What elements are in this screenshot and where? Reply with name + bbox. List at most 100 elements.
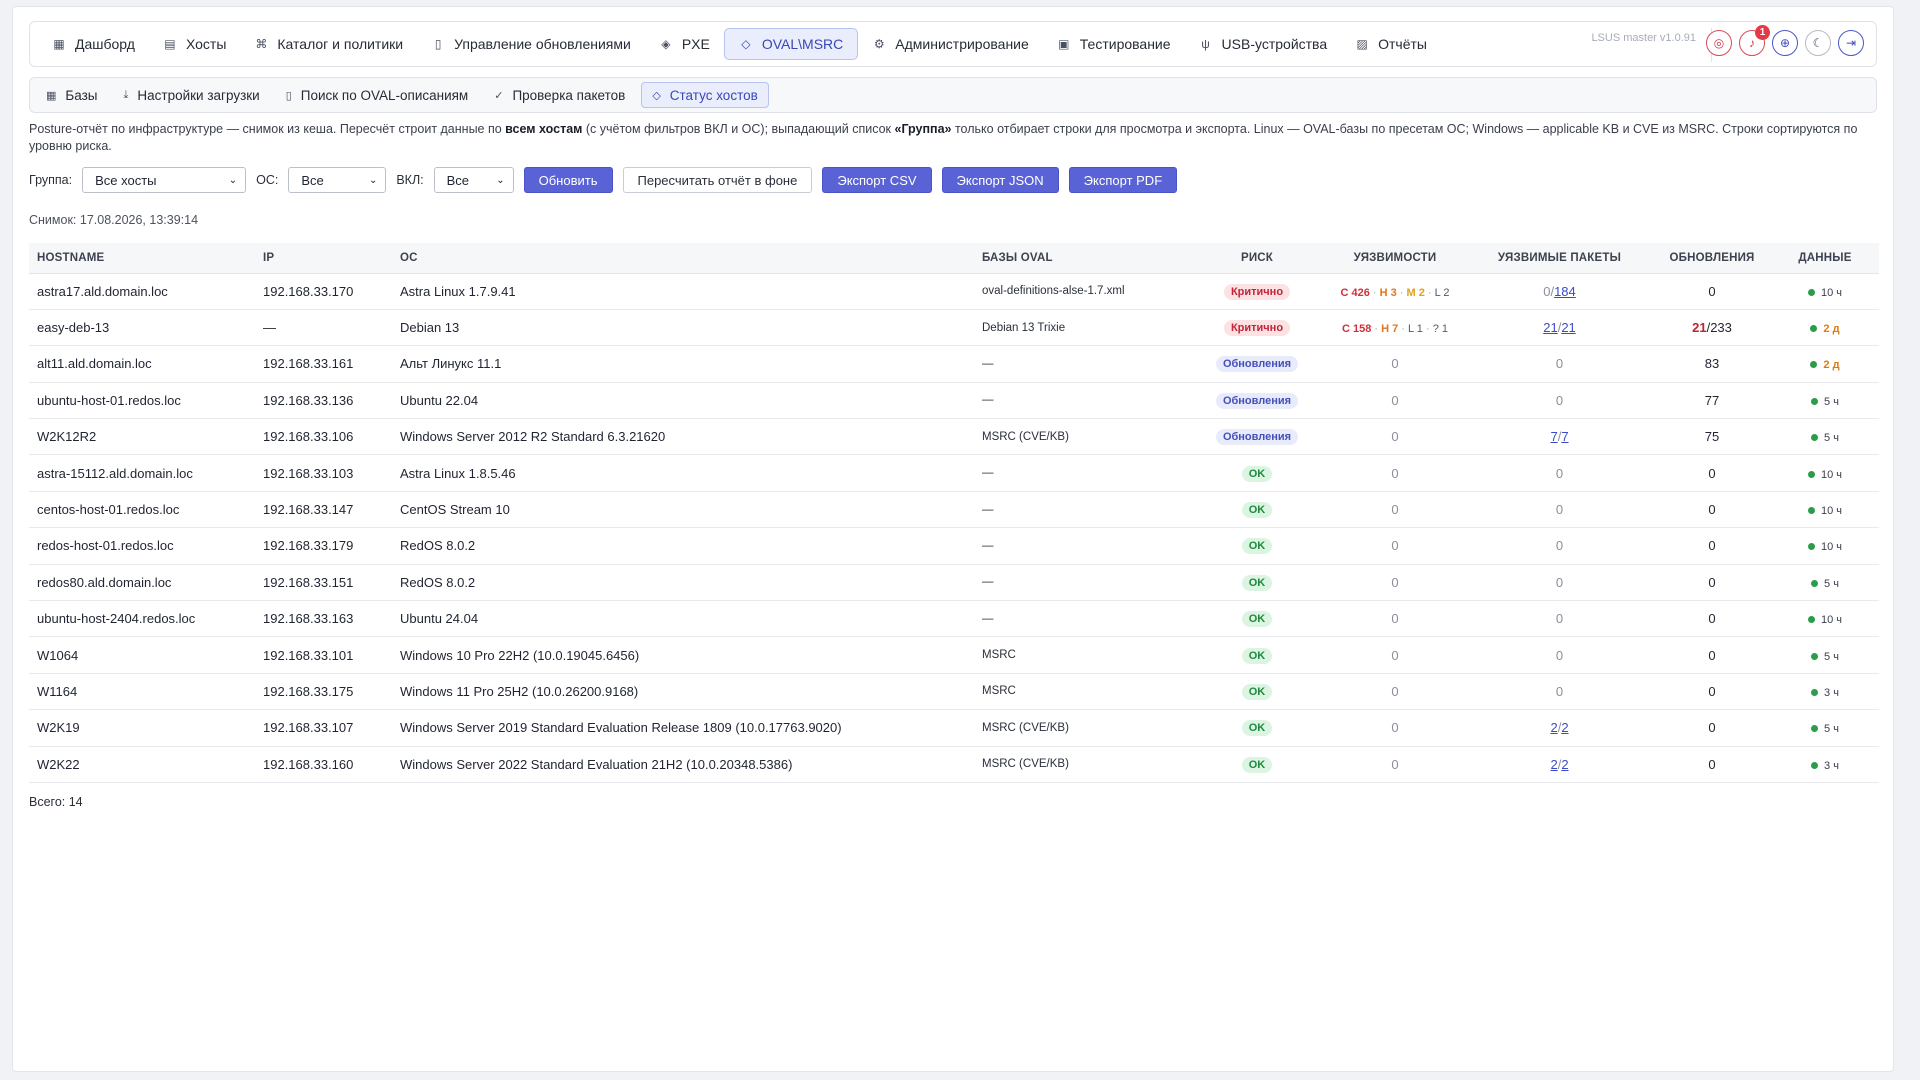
hostname-cell[interactable]: astra-15112.ald.domain.loc <box>29 455 255 491</box>
packages-total-link[interactable]: 21 <box>1561 320 1575 335</box>
column-header[interactable]: ОС <box>392 243 974 274</box>
nav-item-3[interactable]: ▯ Управление обновлениями <box>417 28 645 60</box>
nav-item-4[interactable]: ◈ PXE <box>645 28 724 60</box>
data-age-cell: 3 ч <box>1771 673 1879 709</box>
table-row[interactable]: W1164 192.168.33.175 Windows 11 Pro 25H2 (… <box>29 673 1879 710</box>
group-select[interactable]: Все хосты ⌄ <box>82 167 247 193</box>
hostname-cell[interactable]: W2K22 <box>29 746 255 782</box>
hostname-cell[interactable]: redos-host-01.redos.loc <box>29 528 255 564</box>
description-text: (с учётом фильтров ВКЛ и ОС); выпадающий… <box>582 122 895 136</box>
vuln-zero: 0 <box>1391 756 1399 772</box>
hostname-cell[interactable]: ubuntu-host-2404.redos.loc <box>29 601 255 637</box>
table-row[interactable]: astra17.ald.domain.loc 192.168.33.170 Astr… <box>29 273 1879 310</box>
group-select-value: Все хосты <box>95 172 157 188</box>
refresh-button[interactable]: Обновить <box>523 167 613 193</box>
hostname-cell[interactable]: W2K19 <box>29 710 255 746</box>
table-row[interactable]: W1064 192.168.33.101 Windows 10 Pro 22H2 (… <box>29 637 1879 674</box>
packages-vulnerable-count[interactable]: 21 <box>1543 320 1557 335</box>
logout-icon[interactable]: ⇥ <box>1838 30 1864 56</box>
app-window: ▦ Дашборд ▤ Хосты ⌘ Каталог и политики ▯ Управл… <box>12 6 1894 1072</box>
help-lifebuoy-icon[interactable]: ◎ <box>1706 30 1732 56</box>
export-json-button[interactable]: Экспорт JSON <box>941 167 1059 193</box>
vuln-zero: 0 <box>1391 574 1399 590</box>
os-cell: Ubuntu 24.04 <box>400 611 479 627</box>
table-row[interactable]: alt11.ald.domain.loc 192.168.33.161 Альт Л… <box>29 346 1879 383</box>
usb-icon: ψ <box>1201 37 1210 51</box>
hostname-cell[interactable]: W1064 <box>29 637 255 673</box>
column-header[interactable]: УЯЗВИМЫЕ ПАКЕТЫ <box>1466 243 1653 274</box>
table-row[interactable]: W2K22 192.168.33.160 Windows Server 2022 S… <box>29 746 1879 783</box>
nav-item-0[interactable]: ▦ Дашборд <box>38 28 149 60</box>
nav-item-9[interactable]: ▨ Отчёты <box>1341 28 1441 60</box>
packages-total-link[interactable]: 2 <box>1561 720 1568 735</box>
packages-total-link[interactable]: 184 <box>1554 284 1576 299</box>
hostname-cell[interactable]: astra17.ald.domain.loc <box>29 273 255 309</box>
subtab-1[interactable]: ⤓ Настройки загрузки <box>114 82 270 108</box>
subtab-4[interactable]: ◇ Статус хостов <box>641 82 769 108</box>
column-header[interactable]: УЯЗВИМОСТИ <box>1324 243 1466 274</box>
table-row[interactable]: centos-host-01.redos.loc 192.168.33.147 Ce… <box>29 491 1879 528</box>
packages-total-link[interactable]: 2 <box>1561 757 1568 772</box>
nav-item-7[interactable]: ▣ Тестирование <box>1043 28 1185 60</box>
vuln-part: · <box>1396 286 1407 299</box>
table-row[interactable]: ubuntu-host-01.redos.loc 192.168.33.136 Ub… <box>29 382 1879 419</box>
vuln-part: L 2 <box>1434 286 1450 299</box>
nav-item-5[interactable]: ◇ OVAL\MSRC <box>723 28 859 60</box>
test-icon: ▣ <box>1058 37 1070 51</box>
subtab-0[interactable]: ▦ Базы <box>36 82 108 108</box>
hostname-cell[interactable]: ubuntu-host-01.redos.loc <box>29 382 255 418</box>
hostname-cell[interactable]: easy-deb-13 <box>29 309 255 345</box>
subtab-3[interactable]: ✓ Проверка пакетов <box>484 82 635 108</box>
hostname-cell[interactable]: alt11.ald.domain.loc <box>29 346 255 382</box>
theme-moon-icon[interactable]: ☾ <box>1805 30 1831 56</box>
packages-vulnerable-count[interactable]: 2 <box>1550 720 1557 735</box>
column-header[interactable]: БАЗЫ OVAL <box>974 243 1190 274</box>
os-cell: RedOS 8.0.2 <box>400 538 476 554</box>
nav-item-6[interactable]: ⚙ Администрирование <box>858 28 1043 60</box>
table-row[interactable]: redos-host-01.redos.loc 192.168.33.179 Red… <box>29 528 1879 565</box>
notifications-bell-icon[interactable]: ♪ 1 <box>1739 25 1770 56</box>
status-dot-icon <box>1811 397 1819 405</box>
recalc-report-button[interactable]: Пересчитать отчёт в фоне <box>622 167 813 193</box>
table-row[interactable]: W2K12R2 192.168.33.106 Windows Server 2012… <box>29 419 1879 455</box>
packages-total-link[interactable]: 7 <box>1561 429 1568 444</box>
status-dot-icon <box>1807 616 1815 624</box>
table-row[interactable]: astra-15112.ald.domain.loc 192.168.33.103… <box>29 455 1879 492</box>
column-header[interactable]: ОБНОВЛЕНИЯ <box>1653 243 1771 274</box>
column-header[interactable]: ДАННЫЕ <box>1771 243 1879 274</box>
table-row[interactable]: redos80.ald.domain.loc 192.168.33.151 RedO… <box>29 564 1879 601</box>
vkl-select[interactable]: Все ⌄ <box>433 167 514 193</box>
export-pdf-button[interactable]: Экспорт PDF <box>1068 167 1178 193</box>
hostname-cell[interactable]: redos80.ald.domain.loc <box>29 564 255 600</box>
table-row[interactable]: ubuntu-host-2404.redos.loc 192.168.33.163… <box>29 601 1879 637</box>
subtab-2[interactable]: ▯ Поиск по OVAL-описаниям <box>276 82 479 108</box>
column-header[interactable]: IP <box>255 243 392 274</box>
nav-item-1[interactable]: ▤ Хосты <box>149 28 240 60</box>
vuln-zero: 0 <box>1391 538 1399 554</box>
packages-vulnerable-count[interactable]: 2 <box>1550 757 1557 772</box>
nav-item-2[interactable]: ⌘ Каталог и политики <box>240 28 417 60</box>
risk-badge: OK <box>1241 611 1273 628</box>
risk-badge: OK <box>1241 756 1273 773</box>
vulnerable-packages-cell: 2/2 <box>1466 710 1653 746</box>
column-header[interactable]: HOSTNAME <box>29 243 255 274</box>
oval-db-cell: MSRC (CVE/KB) <box>982 721 1069 734</box>
updates-cell: 77 <box>1653 382 1771 418</box>
status-dot-icon <box>1811 761 1819 769</box>
column-header[interactable]: РИСК <box>1190 243 1324 274</box>
updates-count: 0 <box>1708 720 1716 736</box>
nav-item-8[interactable]: ψ USB-устройства <box>1185 28 1342 60</box>
packages-vulnerable-count[interactable]: 7 <box>1550 429 1557 444</box>
table-row[interactable]: W2K19 192.168.33.107 Windows Server 2019 S… <box>29 710 1879 747</box>
search-zoom-icon[interactable]: ⊕ <box>1772 30 1798 56</box>
os-select[interactable]: Все ⌄ <box>288 167 387 193</box>
export-csv-button[interactable]: Экспорт CSV <box>822 167 932 193</box>
oval-db-cell: MSRC <box>982 685 1016 698</box>
hostname-cell[interactable]: W1164 <box>29 673 255 709</box>
table-row[interactable]: easy-deb-13 — Debian 13 Debian 13 Trixie Кри… <box>29 309 1879 346</box>
total-count: Всего: 14 <box>29 795 83 809</box>
hostname-cell[interactable]: centos-host-01.redos.loc <box>29 491 255 527</box>
updates-cell: 0 <box>1653 528 1771 564</box>
hostname-cell[interactable]: W2K12R2 <box>29 419 255 455</box>
vuln-zero: 0 <box>1391 502 1399 518</box>
